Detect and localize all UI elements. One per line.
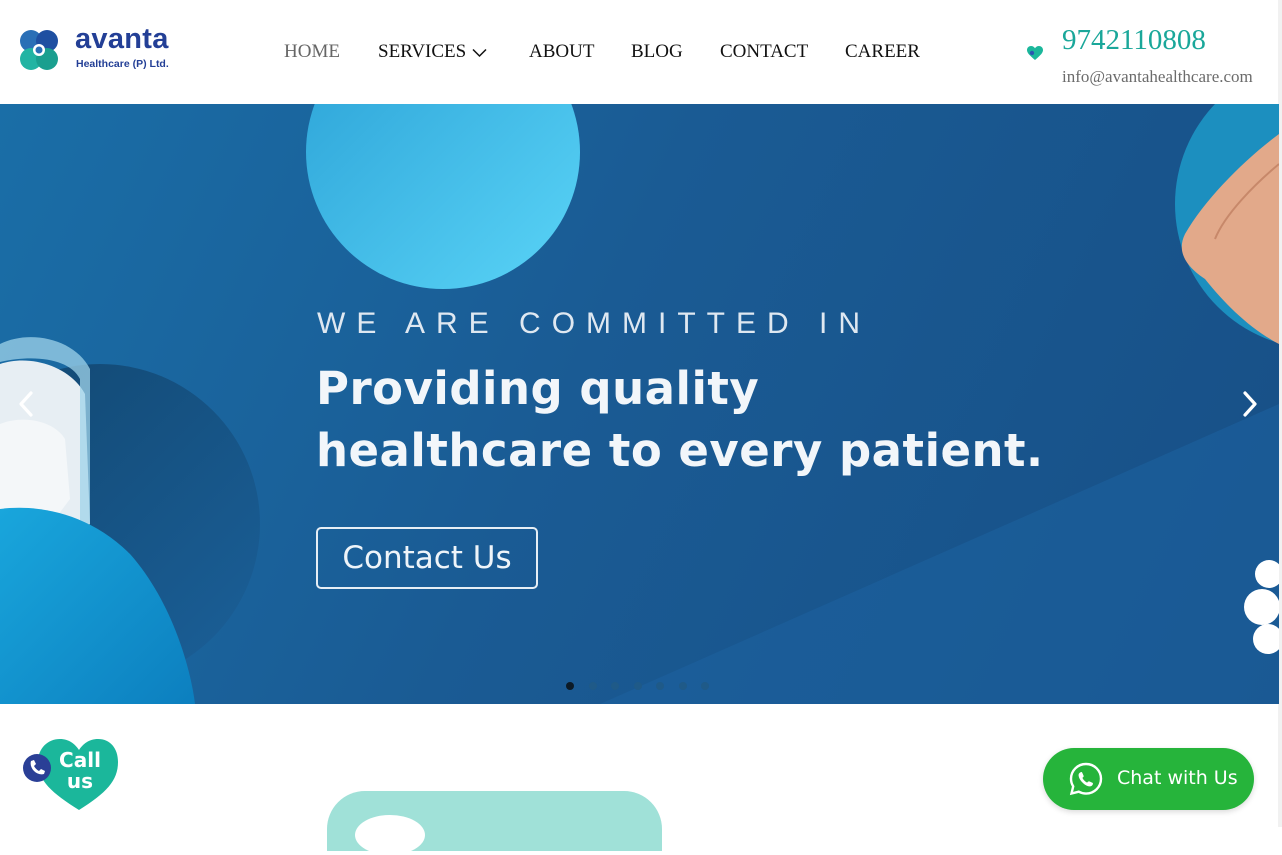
brand-logo[interactable]: avanta Healthcare (P) Ltd.	[12, 23, 182, 80]
whatsapp-chat-label: Chat with Us	[1117, 767, 1238, 789]
nav-career[interactable]: CAREER	[845, 41, 920, 63]
site-header: avanta Healthcare (P) Ltd. HOME SERVICES…	[0, 0, 1278, 103]
hero-contact-us-button[interactable]: Contact Us	[316, 527, 538, 589]
brand-name: avanta	[75, 23, 169, 55]
feature-card-icon-circle	[355, 815, 425, 855]
clover-logo-icon	[20, 30, 58, 70]
nav-home[interactable]: HOME	[284, 41, 340, 63]
header-email[interactable]: info@avantahealthcare.com	[1062, 67, 1253, 87]
nav-blog[interactable]: BLOG	[631, 41, 683, 63]
slider-dot[interactable]	[566, 682, 574, 690]
nav-contact[interactable]: CONTACT	[720, 41, 808, 63]
brand-subtitle: Healthcare (P) Ltd.	[76, 58, 169, 70]
nav-services-label: SERVICES	[378, 41, 467, 62]
hero-slider: WE ARE COMMITTED IN Providing quality he…	[0, 104, 1279, 704]
nav-about[interactable]: ABOUT	[529, 41, 594, 63]
whatsapp-icon	[1069, 762, 1103, 796]
slider-dot[interactable]	[589, 682, 597, 690]
chevron-right-icon[interactable]	[1238, 389, 1262, 419]
heart-phone-icon	[1027, 46, 1043, 60]
call-us-line2: us	[66, 769, 94, 793]
whatsapp-chat-button[interactable]: Chat with Us	[1043, 748, 1254, 810]
slider-dot[interactable]	[656, 682, 664, 690]
hero-headline-line2: healthcare to every patient.	[316, 424, 1044, 477]
hero-eyebrow: WE ARE COMMITTED IN	[317, 307, 871, 340]
slider-dot[interactable]	[634, 682, 642, 690]
call-us-line1: Call	[59, 748, 101, 772]
slider-dot[interactable]	[611, 682, 619, 690]
hero-headline-line1: Providing quality	[316, 362, 760, 415]
nav-services[interactable]: SERVICES	[378, 41, 487, 63]
slider-dot[interactable]	[701, 682, 709, 690]
slider-dot[interactable]	[679, 682, 687, 690]
chevron-left-icon[interactable]	[14, 389, 38, 419]
call-us-label[interactable]: Call us	[58, 750, 102, 792]
header-phone-number[interactable]: 9742110808	[1062, 24, 1206, 57]
chevron-down-icon	[472, 48, 487, 57]
